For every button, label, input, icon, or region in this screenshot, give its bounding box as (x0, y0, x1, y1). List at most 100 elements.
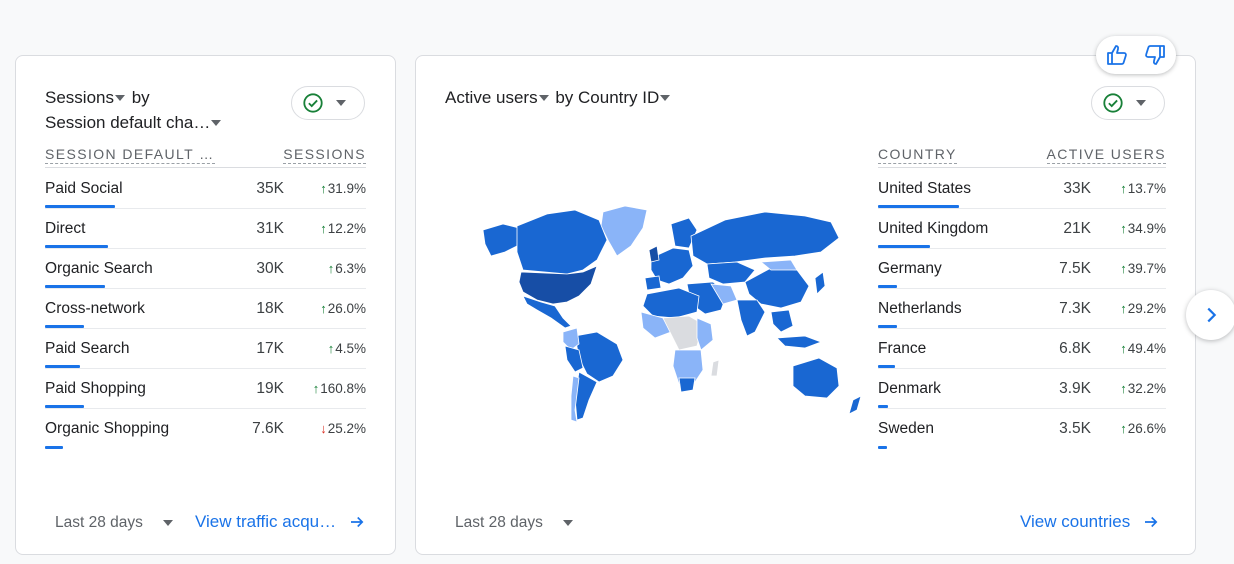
comparison-selector[interactable] (291, 86, 365, 120)
change-percent: 13.7% (1127, 181, 1166, 196)
view-countries-link[interactable]: View countries (1020, 512, 1160, 532)
metric-selector[interactable]: Sessions (45, 88, 127, 107)
comparison-selector[interactable] (1091, 86, 1165, 120)
table-row[interactable]: Paid Search 17K ↑4.5% (45, 329, 366, 369)
thumb-up-icon[interactable] (1105, 43, 1129, 67)
row-proportion-bar (878, 365, 896, 368)
row-label: France (878, 340, 927, 357)
row-label: Organic Shopping (45, 420, 170, 437)
row-change: ↑26.6% (1120, 421, 1166, 436)
dimension-selector[interactable]: by Country ID (555, 88, 672, 107)
row-proportion-bar (45, 325, 84, 328)
arrow-down-icon: ↓ (320, 421, 327, 436)
view-traffic-acquisition-link[interactable]: View traffic acqu… (195, 512, 366, 532)
map-region-united-kingdom (648, 245, 660, 263)
row-proportion-bar (878, 405, 889, 408)
table-row[interactable]: Paid Shopping 19K ↑160.8% (45, 369, 366, 409)
row-label: Cross-network (45, 300, 145, 317)
row-change: ↑32.2% (1120, 381, 1166, 396)
row-change: ↑4.5% (328, 341, 366, 356)
table-row[interactable]: France 6.8K ↑49.4% (878, 329, 1166, 369)
row-value: 6.8K (1059, 340, 1091, 357)
change-percent: 25.2% (327, 421, 366, 436)
card-title: Sessions by Session default cha… (45, 85, 223, 135)
link-label: View traffic acqu… (195, 512, 337, 531)
row-value: 3.5K (1059, 420, 1091, 437)
map-region-spain (644, 275, 662, 291)
map-region-south-africa (678, 377, 696, 393)
change-percent: 32.2% (1127, 381, 1166, 396)
map-region-russia (690, 211, 840, 265)
title-by-text: by (131, 88, 150, 107)
row-change: ↑34.9% (1120, 221, 1166, 236)
date-range-label: Last 28 days (455, 514, 543, 531)
arrow-up-icon: ↑ (1120, 301, 1127, 316)
table-row[interactable]: Netherlands 7.3K ↑29.2% (878, 289, 1166, 329)
row-value: 7.3K (1059, 300, 1091, 317)
row-value: 30K (256, 260, 284, 277)
row-label: Netherlands (878, 300, 962, 317)
row-label: United States (878, 180, 972, 197)
sessions-table: SESSION DEFAULT … SESSIONS Paid Social 35… (45, 144, 366, 464)
table-row[interactable]: United States 33K ↑13.7% (878, 169, 1166, 209)
row-value: 18K (256, 300, 284, 317)
world-choropleth-map[interactable] (475, 200, 870, 425)
arrow-right-icon (1145, 516, 1158, 528)
arrow-up-icon: ↑ (327, 341, 335, 356)
metric-selector[interactable]: Active users (445, 88, 551, 107)
next-card-button[interactable] (1186, 290, 1234, 340)
row-label: Denmark (878, 380, 941, 397)
change-percent: 34.9% (1127, 221, 1166, 236)
map-region-new-zealand (848, 395, 862, 415)
arrow-up-icon: ↑ (1120, 181, 1127, 196)
column-header-active-users[interactable]: ACTIVE USERS (1046, 146, 1166, 164)
row-change: ↑160.8% (313, 381, 366, 396)
arrow-up-icon: ↑ (320, 301, 327, 316)
table-row[interactable]: Denmark 3.9K ↑32.2% (878, 369, 1166, 409)
column-header-country[interactable]: COUNTRY (878, 146, 957, 164)
date-range-selector[interactable]: Last 28 days (55, 514, 173, 532)
caret-down-icon (660, 94, 671, 101)
table-row[interactable]: United Kingdom 21K ↑34.9% (878, 209, 1166, 249)
change-percent: 49.4% (1127, 341, 1166, 356)
arrow-up-icon: ↑ (320, 221, 327, 236)
row-proportion-bar (878, 205, 960, 208)
link-label: View countries (1020, 512, 1131, 531)
row-change: ↑6.3% (328, 261, 366, 276)
table-header: SESSION DEFAULT … SESSIONS (45, 144, 366, 168)
row-label: Paid Search (45, 340, 130, 357)
arrow-up-icon: ↑ (327, 261, 335, 276)
row-proportion-bar (878, 446, 887, 449)
card-title: Active users by Country ID (445, 85, 672, 110)
row-value: 19K (256, 380, 284, 397)
arrow-right-icon (351, 516, 364, 528)
map-region-australia (792, 357, 840, 399)
row-label: Paid Social (45, 180, 123, 197)
table-row[interactable]: Paid Social 35K ↑31.9% (45, 169, 366, 209)
caret-down-icon (538, 94, 549, 101)
change-percent: 29.2% (1127, 301, 1166, 316)
date-range-selector[interactable]: Last 28 days (455, 514, 573, 532)
table-row[interactable]: Direct 31K ↑12.2% (45, 209, 366, 249)
table-row[interactable]: Organic Search 30K ↑6.3% (45, 249, 366, 289)
row-change: ↑39.7% (1120, 261, 1166, 276)
table-header: COUNTRY ACTIVE USERS (878, 144, 1166, 168)
table-row[interactable]: Cross-network 18K ↑26.0% (45, 289, 366, 329)
row-change: ↑31.9% (320, 181, 366, 196)
row-change: ↑29.2% (1120, 301, 1166, 316)
arrow-up-icon: ↑ (320, 181, 327, 196)
row-value: 17K (256, 340, 284, 357)
caret-down-icon (162, 520, 173, 526)
column-header-dimension[interactable]: SESSION DEFAULT … (45, 146, 215, 164)
row-label: Direct (45, 220, 86, 237)
arrow-up-icon: ↑ (312, 381, 320, 396)
thumb-down-icon[interactable] (1143, 43, 1167, 67)
column-header-sessions[interactable]: SESSIONS (283, 146, 366, 164)
table-row[interactable]: Organic Shopping 7.6K ↓25.2% (45, 409, 366, 449)
table-row[interactable]: Germany 7.5K ↑39.7% (878, 249, 1166, 289)
change-percent: 6.3% (335, 261, 366, 276)
table-row[interactable]: Sweden 3.5K ↑26.6% (878, 409, 1166, 449)
dimension-selector[interactable]: Session default cha… (45, 113, 223, 132)
change-percent: 4.5% (335, 341, 366, 356)
map-region-canada (516, 209, 608, 275)
